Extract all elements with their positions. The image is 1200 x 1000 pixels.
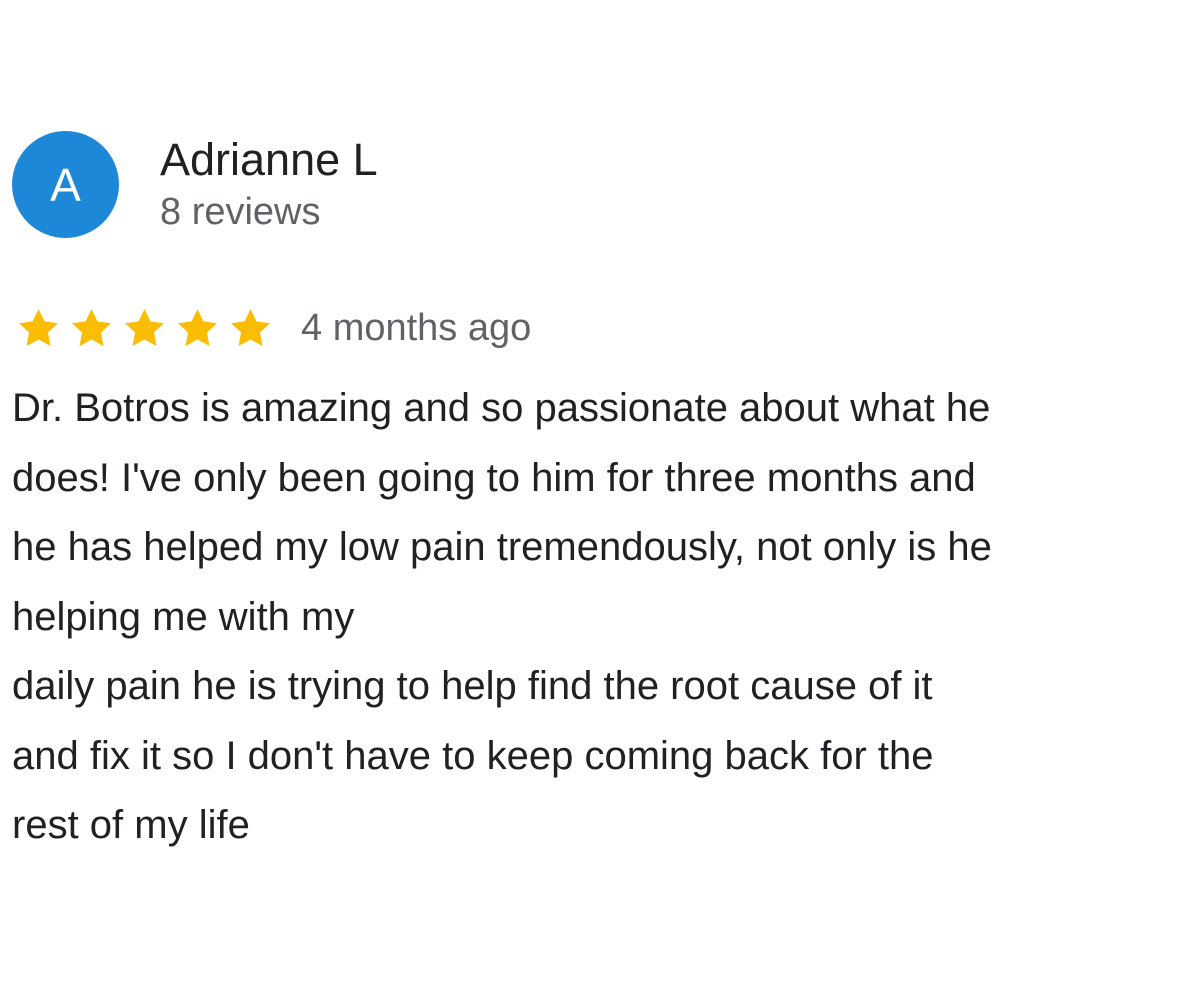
star-rating bbox=[12, 302, 277, 355]
review-text-line: does! I've only been going to him for th… bbox=[12, 455, 976, 500]
review-text-line: Dr. Botros is amazing and so passionate … bbox=[12, 386, 991, 430]
review-text-line: and fix it so I don't have to keep comin… bbox=[12, 733, 934, 778]
author-name[interactable]: Adrianne L bbox=[160, 133, 378, 187]
rating-row: 4 months ago bbox=[12, 300, 531, 356]
star-icon bbox=[231, 308, 270, 346]
review-card: A Adrianne L 8 reviews 4 months ago Dr. … bbox=[0, 0, 1200, 1000]
avatar[interactable]: A bbox=[12, 131, 119, 238]
review-text-line: rest of my life bbox=[12, 803, 250, 847]
review-text-line: helping me with my bbox=[12, 594, 355, 639]
review-text: Dr. Botros is amazing and so passionate … bbox=[12, 374, 1197, 861]
review-time: 4 months ago bbox=[301, 307, 532, 349]
review-text-line: daily pain he is trying to help find the… bbox=[12, 664, 933, 708]
review-count[interactable]: 8 reviews bbox=[160, 189, 378, 235]
star-icon bbox=[178, 308, 217, 346]
star-icon bbox=[19, 308, 58, 346]
star-icon bbox=[72, 308, 111, 346]
review-header: A Adrianne L 8 reviews bbox=[12, 131, 378, 238]
review-text-line: he has helped my low pain tremendously, … bbox=[12, 525, 992, 569]
avatar-initial: A bbox=[50, 158, 81, 211]
author-block: Adrianne L 8 reviews bbox=[160, 133, 378, 235]
star-icon bbox=[125, 308, 164, 346]
